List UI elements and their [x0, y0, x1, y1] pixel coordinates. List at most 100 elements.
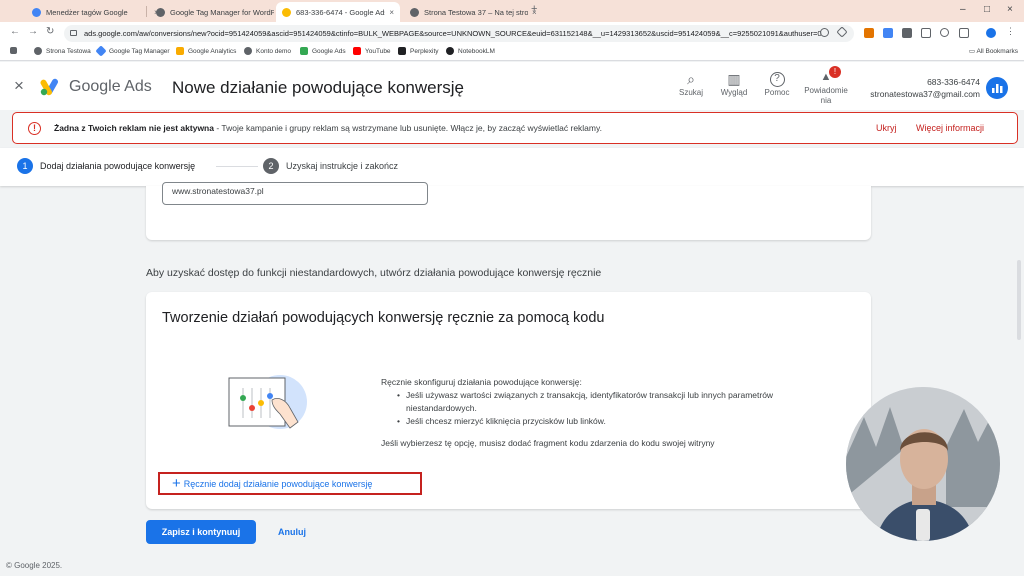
zoom-icon[interactable] — [820, 28, 829, 37]
minimize-button[interactable]: – — [960, 4, 966, 15]
account-id: 683-336-6474 — [927, 77, 980, 87]
list-item: Jeśli używasz wartości związanych z tran… — [397, 389, 841, 415]
bookmark-label: NotebookLM — [458, 47, 495, 55]
website-url-field[interactable]: www.stronatestowa37.pl — [162, 182, 428, 205]
tab-title: Strona Testowa 37 – Na tej stronie — [424, 7, 528, 17]
all-bookmarks-label: All Bookmarks — [976, 48, 1018, 55]
address-bar[interactable]: ads.google.com/aw/conversions/new?ocid=9… — [64, 25, 854, 42]
inactive-ads-alert: ! Żadna z Twoich reklam nie jest aktywna… — [12, 112, 1018, 144]
appearance-label: Wygląd — [720, 88, 748, 97]
google-ads-favicon-icon — [282, 7, 291, 17]
code-setup-illustration-icon — [228, 375, 307, 429]
forward-button[interactable]: → — [28, 26, 38, 37]
bookmark-google-tag-manager[interactable]: Google Tag Manager — [95, 45, 170, 57]
back-button[interactable]: ← — [10, 26, 20, 37]
help-label: Pomoc — [764, 88, 790, 97]
notifications-label: Powiadomie — [804, 86, 848, 95]
analytics-icon — [176, 47, 184, 55]
extensions-puzzle-icon[interactable] — [959, 28, 969, 38]
notebooklm-icon — [446, 47, 454, 55]
reload-button[interactable]: ↻ — [46, 26, 54, 37]
globe-icon — [244, 47, 252, 55]
bookmark-label: YouTube — [365, 47, 391, 55]
tab-close-icon[interactable]: × — [389, 8, 394, 17]
tab-tag-manager[interactable]: Menedżer tagów Google × — [26, 2, 165, 22]
cancel-button[interactable]: Anuluj — [278, 527, 306, 537]
help-button[interactable]: ? Pomoc — [752, 70, 802, 97]
progress-stepper: 1 Dodaj działania powodujące konwersję 2… — [0, 148, 1024, 186]
extension-icon[interactable] — [864, 28, 874, 38]
bookmark-youtube[interactable]: YouTube — [353, 47, 391, 55]
youtube-icon — [353, 47, 361, 55]
card-title: Tworzenie działań powodujących konwersję… — [162, 310, 605, 326]
alert-hide-link[interactable]: Ukryj — [876, 123, 897, 133]
tab-strona-testowa[interactable]: Strona Testowa 37 – Na tej stronie × — [404, 2, 543, 22]
manual-conversion-card: Tworzenie działań powodujących konwersję… — [146, 292, 871, 509]
tab-google-ads[interactable]: 683-336-6474 - Google Ads × — [276, 2, 400, 22]
extension-icon[interactable] — [921, 28, 931, 38]
manual-setup-description: Ręcznie skonfiguruj działania powodujące… — [381, 376, 841, 450]
alert-more-info-link[interactable]: Więcej informacji — [916, 123, 984, 133]
account-info[interactable]: 683-336-6474 stronatestowa37@gmail.com — [866, 76, 980, 100]
globe-icon — [34, 47, 42, 55]
notifications-label-wrap: nia — [820, 96, 832, 105]
bookmark-label: Perplexity — [410, 47, 439, 55]
tag-manager-favicon-icon — [32, 7, 41, 17]
new-tab-button[interactable]: + — [531, 3, 537, 15]
account-avatar[interactable] — [986, 77, 1008, 99]
lens-icon[interactable] — [940, 28, 949, 37]
bookmark-perplexity[interactable]: Perplexity — [398, 47, 439, 55]
bookmark-google-ads[interactable]: Google Ads — [300, 47, 346, 55]
extension-icon[interactable] — [883, 28, 893, 38]
notifications-button[interactable]: ▲ ! Powiadomie nia — [801, 66, 851, 106]
bookmark-label: Google Ads — [312, 47, 346, 55]
tab-gtm-wordpress[interactable]: Google Tag Manager for WordPress × — [150, 2, 289, 22]
bookmark-label: Strona Testowa — [46, 47, 91, 55]
save-and-continue-button[interactable]: Zapisz i kontynuuj — [146, 520, 256, 544]
tab-title: Google Tag Manager for WordPress — [170, 7, 274, 17]
bookmark-label: Google Tag Manager — [109, 47, 170, 55]
google-ads-icon — [300, 47, 308, 55]
apps-grid-icon[interactable] — [10, 47, 21, 54]
profile-avatar-icon[interactable] — [986, 28, 996, 38]
add-icon: + — [172, 475, 181, 492]
tab-title: Menedżer tagów Google — [46, 7, 128, 17]
google-ads-logo-icon — [40, 78, 58, 96]
list-item: Jeśli chcesz mierzyć kliknięcia przycisk… — [397, 415, 841, 428]
account-email: stronatestowa37@gmail.com — [870, 89, 980, 99]
bookmark-label: Konto demo — [256, 47, 292, 55]
description-intro: Ręcznie skonfiguruj działania powodujące… — [381, 377, 582, 387]
step-1-label[interactable]: Dodaj działania powodujące konwersję — [40, 161, 195, 171]
browser-tab-bar: Menedżer tagów Google × Google Tag Manag… — [0, 0, 1024, 22]
bookmark-notebooklm[interactable]: NotebookLM — [446, 47, 495, 55]
maximize-button[interactable]: □ — [984, 4, 990, 15]
window-close-button[interactable]: × — [1007, 4, 1013, 15]
bookmark-konto-demo[interactable]: Konto demo — [244, 47, 291, 55]
extension-icon[interactable] — [902, 28, 912, 38]
perplexity-icon — [398, 47, 406, 55]
tab-title: 683-336-6474 - Google Ads — [296, 7, 386, 17]
all-bookmarks-folder[interactable]: ▭ All Bookmarks — [969, 47, 1018, 55]
add-conversion-label: Ręcznie dodaj działanie powodujące konwe… — [183, 478, 373, 489]
close-icon[interactable]: × — [14, 76, 24, 96]
bookmark-label: Google Analytics — [188, 47, 237, 55]
globe-favicon-icon — [410, 7, 419, 17]
step-2-number: 2 — [263, 158, 279, 174]
page-scrollbar-thumb[interactable] — [1017, 260, 1021, 340]
bookmark-google-analytics[interactable]: Google Analytics — [176, 47, 236, 55]
description-bullets: Jeśli używasz wartości związanych z tran… — [397, 389, 841, 428]
search-label: Szukaj — [678, 88, 703, 97]
ads-header: × Google Ads Nowe działanie powodujące k… — [0, 62, 1024, 110]
browser-menu-icon[interactable]: ⋮ — [1006, 26, 1016, 36]
website-card: www.stronatestowa37.pl — [146, 182, 871, 240]
brand-name: Google Ads — [69, 78, 152, 95]
bookmark-strona-testowa[interactable]: Strona Testowa — [34, 47, 91, 55]
add-conversion-manually-button[interactable]: + Ręcznie dodaj działanie powodujące kon… — [158, 472, 422, 495]
step-2-label[interactable]: Uzyskaj instrukcje i zakończ — [286, 161, 398, 171]
step-1-number: 1 — [17, 158, 33, 174]
alert-message: Żadna z Twoich reklam nie jest aktywna -… — [54, 123, 602, 133]
site-info-icon[interactable] — [70, 30, 77, 36]
page-title: Nowe działanie powodujące konwersję — [172, 78, 465, 97]
globe-favicon-icon — [156, 7, 165, 17]
alert-body-text: - Twoje kampanie i grupy reklam są wstrz… — [213, 123, 602, 133]
